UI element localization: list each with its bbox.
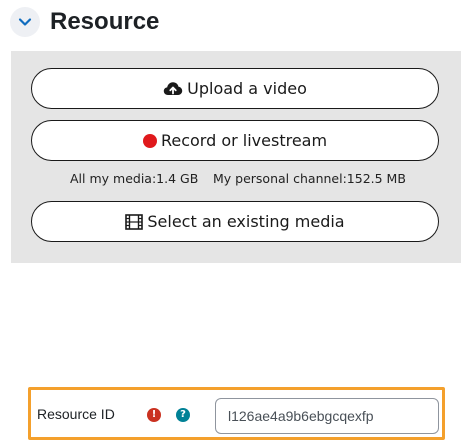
all-media-usage: All my media:1.4 GB [70, 171, 199, 186]
resource-id-field-group: Resource ID ! ? [28, 387, 445, 440]
red-record-dot-icon [142, 133, 157, 148]
resource-id-label: Resource ID [37, 406, 115, 422]
personal-channel-usage: My personal channel:152.5 MB [213, 171, 406, 186]
cloud-upload-icon [163, 81, 183, 97]
media-panel: Upload a video Record or livestream All … [11, 51, 461, 263]
film-icon [125, 213, 144, 230]
chevron-down-icon [18, 18, 32, 26]
resource-id-input[interactable] [215, 398, 439, 434]
collapse-toggle[interactable] [10, 7, 40, 37]
exclamation-icon[interactable]: ! [147, 408, 161, 422]
upload-video-button[interactable]: Upload a video [31, 68, 439, 109]
section-title: Resource [50, 8, 160, 35]
select-existing-media-button[interactable]: Select an existing media [31, 201, 439, 242]
section-header: Resource [10, 4, 159, 40]
upload-video-label: Upload a video [187, 79, 307, 98]
record-livestream-label: Record or livestream [160, 131, 328, 150]
select-existing-media-label: Select an existing media [147, 212, 345, 231]
record-livestream-button[interactable]: Record or livestream [31, 120, 439, 161]
question-icon[interactable]: ? [176, 408, 190, 422]
